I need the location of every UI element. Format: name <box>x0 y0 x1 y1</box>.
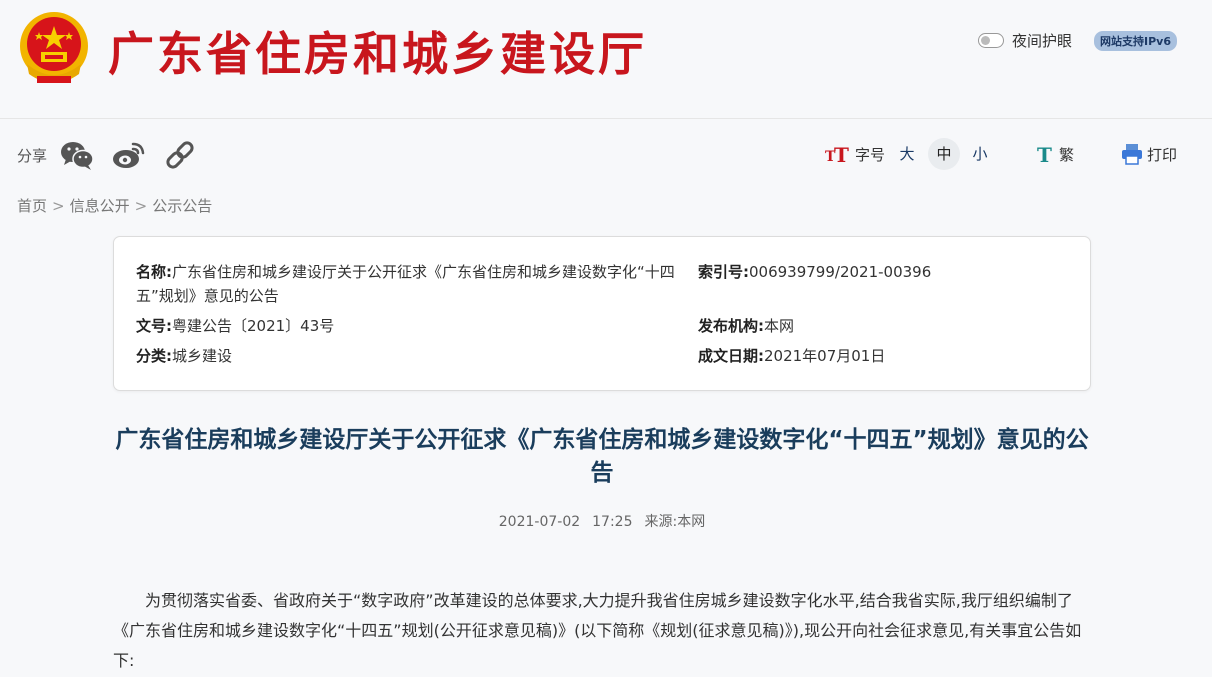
breadcrumb-announcements[interactable]: 公示公告 <box>152 197 212 215</box>
traditional-icon: T <box>1037 144 1052 164</box>
meta-index: 索引号:006939799/2021-00396 <box>698 260 931 284</box>
night-mode-toggle[interactable] <box>978 33 1004 48</box>
article-info: 2021-07-02 17:25 来源:本网 <box>113 511 1091 531</box>
meta-category: 分类:城乡建设 <box>136 344 232 368</box>
meta-category-label: 分类: <box>136 347 172 365</box>
article-source: 来源:本网 <box>644 514 706 530</box>
toggle-knob <box>981 36 990 45</box>
meta-index-value: 006939799/2021-00396 <box>749 263 932 281</box>
share-label: 分享 <box>17 147 48 165</box>
font-size-small[interactable]: 小 <box>964 138 996 170</box>
meta-date-value: 2021年07月01日 <box>764 347 886 365</box>
breadcrumb: 首页 > 信息公开 > 公示公告 <box>17 195 212 216</box>
font-size-label: 字号 <box>855 145 886 164</box>
article-time: 17:25 <box>592 514 633 530</box>
site-header: 广东省住房和城乡建设厅 夜间护眼 网站支持IPv6 <box>0 0 1212 119</box>
meta-doc-no-label: 文号: <box>136 317 172 335</box>
font-size-large[interactable]: 大 <box>891 138 923 170</box>
night-mode-control[interactable]: 夜间护眼 <box>978 30 1072 51</box>
font-size-icon: T T <box>825 144 849 164</box>
meta-category-value: 城乡建设 <box>172 347 233 365</box>
night-mode-label: 夜间护眼 <box>1012 32 1073 50</box>
national-emblem-icon <box>20 12 88 83</box>
article-body: 为贯彻落实省委、省政府关于“数字政府”改革建设的总体要求,大力提升我省住房城乡建… <box>113 591 1082 670</box>
print-button[interactable]: 打印 <box>1121 138 1177 170</box>
svg-text:T: T <box>1037 144 1052 164</box>
ipv6-badge: 网站支持IPv6 <box>1094 31 1177 51</box>
article-title: 广东省住房和城乡建设厅关于公开征求《广东省住房和城乡建设数字化“十四五”规划》意… <box>115 427 1089 486</box>
meta-doc-no-value: 粤建公告〔2021〕43号 <box>172 317 335 335</box>
wechat-icon[interactable] <box>59 138 95 172</box>
meta-date: 成文日期:2021年07月01日 <box>698 344 885 368</box>
font-size-medium[interactable]: 中 <box>928 138 960 170</box>
weibo-icon[interactable] <box>111 138 147 172</box>
meta-publisher-label: 发布机构: <box>698 317 764 335</box>
site-title: 广东省住房和城乡建设厅 <box>108 27 647 81</box>
breadcrumb-info-public[interactable]: 信息公开 <box>70 197 130 215</box>
printer-icon <box>1122 144 1142 165</box>
meta-name-label: 名称: <box>136 263 172 281</box>
font-size-control: T T 字号 <box>825 138 885 170</box>
meta-publisher-value: 本网 <box>764 317 795 335</box>
breadcrumb-home[interactable]: 首页 <box>17 197 47 215</box>
print-label: 打印 <box>1147 145 1178 164</box>
link-icon[interactable] <box>163 138 199 172</box>
svg-text:T: T <box>834 144 849 164</box>
meta-index-label: 索引号: <box>698 263 749 281</box>
breadcrumb-separator: > <box>52 197 65 215</box>
meta-doc-no: 文号:粤建公告〔2021〕43号 <box>136 314 334 338</box>
traditional-chinese-button[interactable]: T 繁 <box>1036 138 1074 170</box>
meta-date-label: 成文日期: <box>698 347 764 365</box>
meta-name: 名称:广东省住房和城乡建设厅关于公开征求《广东省住房和城乡建设数字化“十四五”规… <box>136 260 676 308</box>
meta-name-value: 广东省住房和城乡建设厅关于公开征求《广东省住房和城乡建设数字化“十四五”规划》意… <box>136 263 675 305</box>
document-meta-box: 名称:广东省住房和城乡建设厅关于公开征求《广东省住房和城乡建设数字化“十四五”规… <box>113 236 1091 391</box>
article-date: 2021-07-02 <box>498 514 581 530</box>
traditional-label: 繁 <box>1059 145 1075 164</box>
breadcrumb-separator: > <box>134 197 148 215</box>
meta-publisher: 发布机构:本网 <box>698 314 794 338</box>
